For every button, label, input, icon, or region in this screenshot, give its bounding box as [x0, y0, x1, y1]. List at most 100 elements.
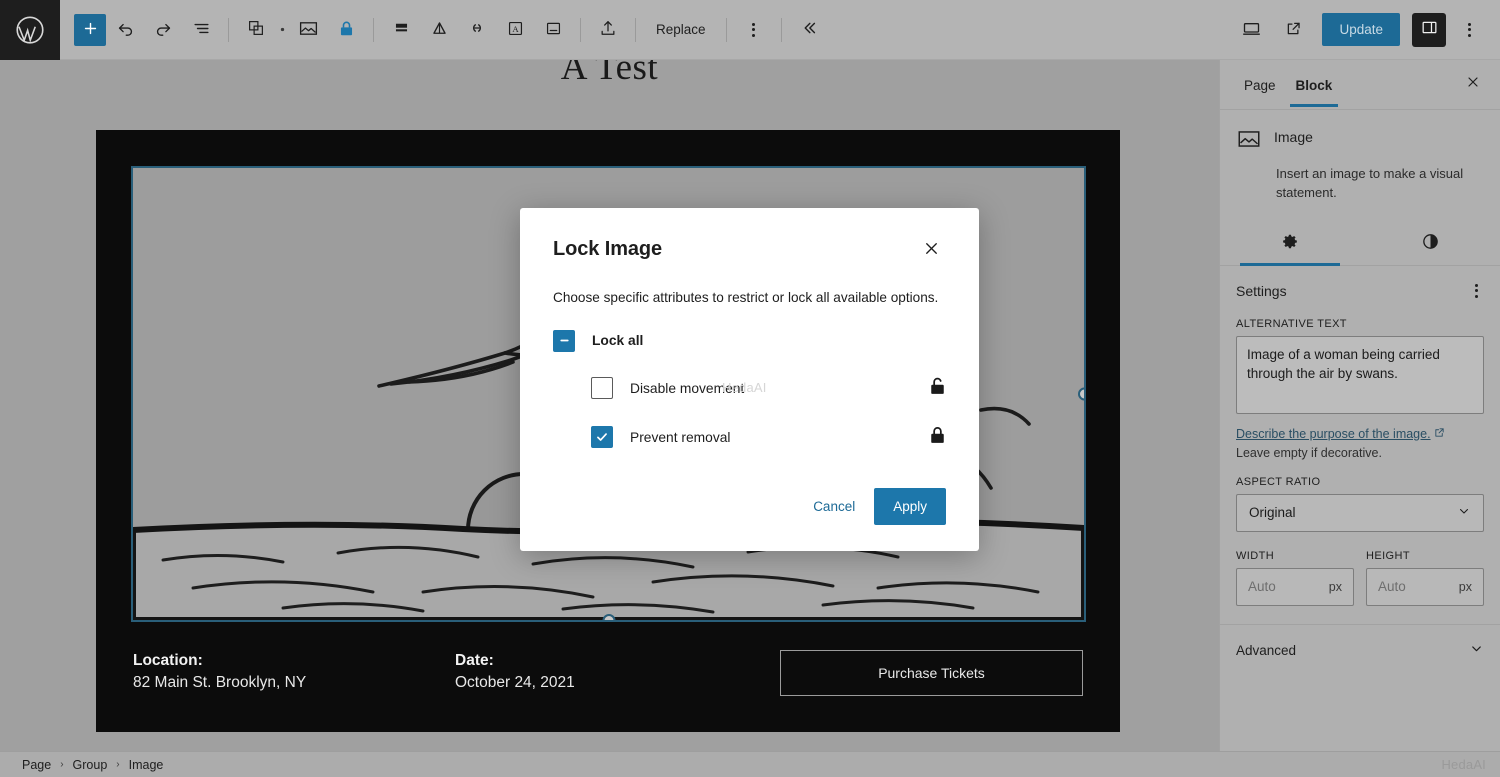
image-resize-handle-right[interactable] — [1078, 388, 1084, 401]
width-input[interactable]: Auto px — [1236, 568, 1354, 606]
advanced-panel-toggle[interactable]: Advanced — [1220, 625, 1500, 677]
editor-options-button[interactable] — [1450, 11, 1488, 49]
triangle-icon — [430, 19, 449, 41]
location-column: Location: 82 Main St. Brooklyn, NY — [133, 650, 455, 694]
block-options-button[interactable] — [735, 11, 773, 49]
tab-block[interactable]: Block — [1286, 63, 1343, 107]
advanced-label: Advanced — [1236, 643, 1296, 658]
contrast-styles-icon — [1421, 232, 1440, 254]
toolbar-divider — [580, 18, 581, 42]
sidebar-panel-icon — [1420, 18, 1439, 42]
align-icon — [392, 19, 411, 41]
svg-text:A: A — [512, 23, 519, 33]
describe-image-link-text: Describe the purpose of the image. — [1236, 427, 1431, 441]
undo-button[interactable] — [106, 11, 144, 49]
chevron-down-icon — [1457, 504, 1471, 521]
wordpress-block-editor: A — [0, 0, 1500, 777]
replace-button[interactable]: Replace — [644, 12, 718, 48]
unlock-icon — [929, 376, 946, 401]
lock-block-button[interactable] — [327, 11, 365, 49]
upload-button[interactable] — [589, 11, 627, 49]
page-title[interactable]: A Test — [0, 60, 1219, 89]
change-alignment-button[interactable] — [420, 11, 458, 49]
update-button[interactable]: Update — [1322, 13, 1400, 46]
disable-movement-checkbox[interactable] — [591, 377, 613, 399]
toolbar-dot — [275, 27, 289, 32]
event-meta-row: Location: 82 Main St. Brooklyn, NY Date:… — [133, 650, 1083, 696]
alt-text-label: ALTERNATIVE TEXT — [1236, 318, 1484, 330]
lock-all-label: Lock all — [592, 333, 643, 348]
settings-options-button[interactable] — [1469, 280, 1484, 302]
height-field: HEIGHT Auto px — [1366, 534, 1484, 606]
tab-styles[interactable] — [1360, 221, 1500, 265]
disable-movement-label: Disable movement — [630, 381, 744, 396]
disable-movement-row[interactable]: Disable movement — [591, 376, 946, 401]
watermark: HedaAI — [1441, 757, 1500, 772]
link-icon — [467, 18, 487, 41]
add-text-over-image-button[interactable]: A — [496, 11, 534, 49]
lock-all-row[interactable]: Lock all — [553, 330, 946, 352]
block-switcher-button[interactable] — [237, 11, 275, 49]
tab-page[interactable]: Page — [1234, 63, 1286, 107]
preview-external-button[interactable] — [1274, 11, 1312, 49]
location-value[interactable]: 82 Main St. Brooklyn, NY — [133, 672, 455, 694]
kebab-icon — [1475, 284, 1478, 298]
breadcrumb-item-page[interactable]: Page — [22, 758, 51, 772]
breadcrumb-item-image[interactable]: Image — [129, 758, 164, 772]
lock-icon — [929, 425, 946, 450]
tab-settings[interactable] — [1220, 221, 1360, 265]
breadcrumb-separator: › — [60, 759, 63, 770]
toggle-settings-sidebar-button[interactable] — [1412, 13, 1446, 47]
toolbar-divider — [373, 18, 374, 42]
prevent-removal-label: Prevent removal — [630, 430, 730, 445]
lock-all-checkbox[interactable] — [553, 330, 575, 352]
caption-button[interactable] — [534, 11, 572, 49]
plus-icon — [82, 20, 99, 40]
link-button[interactable] — [458, 11, 496, 49]
toolbar-divider — [781, 18, 782, 42]
aspect-ratio-select[interactable]: Original — [1236, 494, 1484, 532]
close-icon — [922, 239, 941, 263]
upload-icon — [598, 18, 618, 41]
external-link-icon — [1284, 19, 1303, 41]
width-unit: px — [1329, 580, 1342, 594]
date-label: Date: — [455, 650, 755, 672]
prevent-removal-checkbox[interactable] — [591, 426, 613, 448]
wordpress-logo-button[interactable] — [0, 0, 60, 60]
block-name: Image — [1274, 126, 1313, 145]
toolbar-divider — [635, 18, 636, 42]
block-info: Image Insert an image to make a visual s… — [1220, 110, 1500, 203]
alt-text-input[interactable] — [1236, 336, 1484, 414]
settings-section: Settings ALTERNATIVE TEXT Describe the p… — [1220, 266, 1500, 606]
image-block-icon-button[interactable] — [289, 11, 327, 49]
width-placeholder: Auto — [1248, 579, 1276, 594]
caption-icon — [544, 19, 563, 41]
image-icon — [298, 18, 319, 42]
modal-close-button[interactable] — [916, 236, 946, 266]
aspect-ratio-label: ASPECT RATIO — [1236, 476, 1484, 488]
height-input[interactable]: Auto px — [1366, 568, 1484, 606]
collapse-toolbar-button[interactable] — [790, 11, 828, 49]
prevent-removal-row[interactable]: Prevent removal — [591, 425, 946, 450]
desktop-icon — [1241, 18, 1262, 42]
date-value[interactable]: October 24, 2021 — [455, 672, 755, 694]
settings-sidebar: Page Block Image Inser — [1219, 60, 1500, 751]
align-button[interactable] — [382, 11, 420, 49]
close-sidebar-button[interactable] — [1460, 72, 1486, 98]
image-resize-handle-bottom[interactable] — [602, 614, 615, 620]
apply-button[interactable]: Apply — [874, 488, 946, 525]
text-box-icon: A — [506, 19, 525, 41]
add-block-button[interactable] — [74, 14, 106, 46]
purchase-tickets-button[interactable]: Purchase Tickets — [780, 650, 1083, 696]
width-field: WIDTH Auto px — [1236, 534, 1354, 606]
cancel-button[interactable]: Cancel — [800, 488, 868, 525]
describe-image-link[interactable]: Describe the purpose of the image. — [1236, 427, 1445, 441]
settings-title: Settings — [1236, 283, 1287, 299]
redo-button[interactable] — [144, 11, 182, 49]
view-device-button[interactable] — [1232, 11, 1270, 49]
block-description: Insert an image to make a visual stateme… — [1276, 165, 1484, 203]
chevron-down-icon — [1469, 641, 1484, 661]
breadcrumb-item-group[interactable]: Group — [73, 758, 108, 772]
chevron-double-left-icon — [799, 18, 819, 41]
document-overview-button[interactable] — [182, 11, 220, 49]
